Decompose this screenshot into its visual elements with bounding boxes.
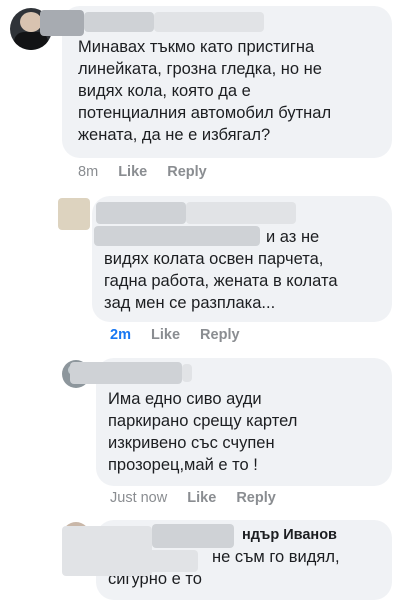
comment-text: потенциалния автомобил бутнал (78, 104, 332, 122)
comment-text: гадна работа, жената в колата (104, 272, 338, 290)
comment-bubble: и аз не видях колата освен парчета, гадн… (92, 196, 392, 322)
like-button[interactable]: Like (187, 490, 216, 506)
timestamp: 8m (78, 164, 99, 180)
comment-text: Има едно сиво ауди (108, 390, 262, 408)
comment-text: линейката, грозна гледка, но не (78, 60, 322, 78)
comment-text: изкривено със счупен (108, 434, 275, 452)
comment-bubble: Минавах тъкмо като пристигна линейката, … (40, 6, 392, 158)
comment-text: видях кола, която да е (78, 82, 251, 100)
reply-button[interactable]: Reply (236, 490, 276, 506)
comment-text-redacted (94, 226, 260, 246)
timestamp: Just now (110, 490, 168, 506)
like-button[interactable]: Like (151, 327, 180, 343)
author-name-redacted (152, 524, 234, 548)
author-name-redacted (84, 12, 154, 32)
reply-button[interactable]: Reply (200, 327, 240, 343)
comment-actions: Just now Like Reply (110, 490, 292, 506)
comment-text-redacted (96, 550, 198, 572)
comment-text: Минавах тъкмо като пристигна (78, 38, 315, 56)
avatar[interactable] (58, 198, 90, 230)
comment-text: зад мен се разплака... (104, 294, 276, 312)
author-name-redacted (182, 364, 192, 382)
reply-button[interactable]: Reply (167, 164, 207, 180)
author-name-redacted (40, 10, 84, 36)
comment-actions: 2m Like Reply (110, 327, 256, 343)
author-name-redacted (70, 362, 182, 384)
comment-text: прозорец,май е то ! (108, 456, 258, 474)
author-name-redacted (96, 202, 186, 224)
comment-bubble: Има едно сиво ауди паркирано срещу карте… (70, 358, 392, 486)
timestamp: 2m (110, 327, 131, 343)
comment-bubble: ндър Иванов не съм го видял, сигурно е т… (62, 520, 392, 600)
author-name-redacted (186, 202, 296, 224)
comment-text: паркирано срещу картел (108, 412, 298, 430)
author-name-redacted (154, 12, 264, 32)
comment-text: жената, да не е избягал? (78, 126, 271, 144)
like-button[interactable]: Like (118, 164, 147, 180)
comment-text: видях колата освен парчета, (104, 250, 324, 268)
comment-actions: 8m Like Reply (78, 164, 223, 180)
